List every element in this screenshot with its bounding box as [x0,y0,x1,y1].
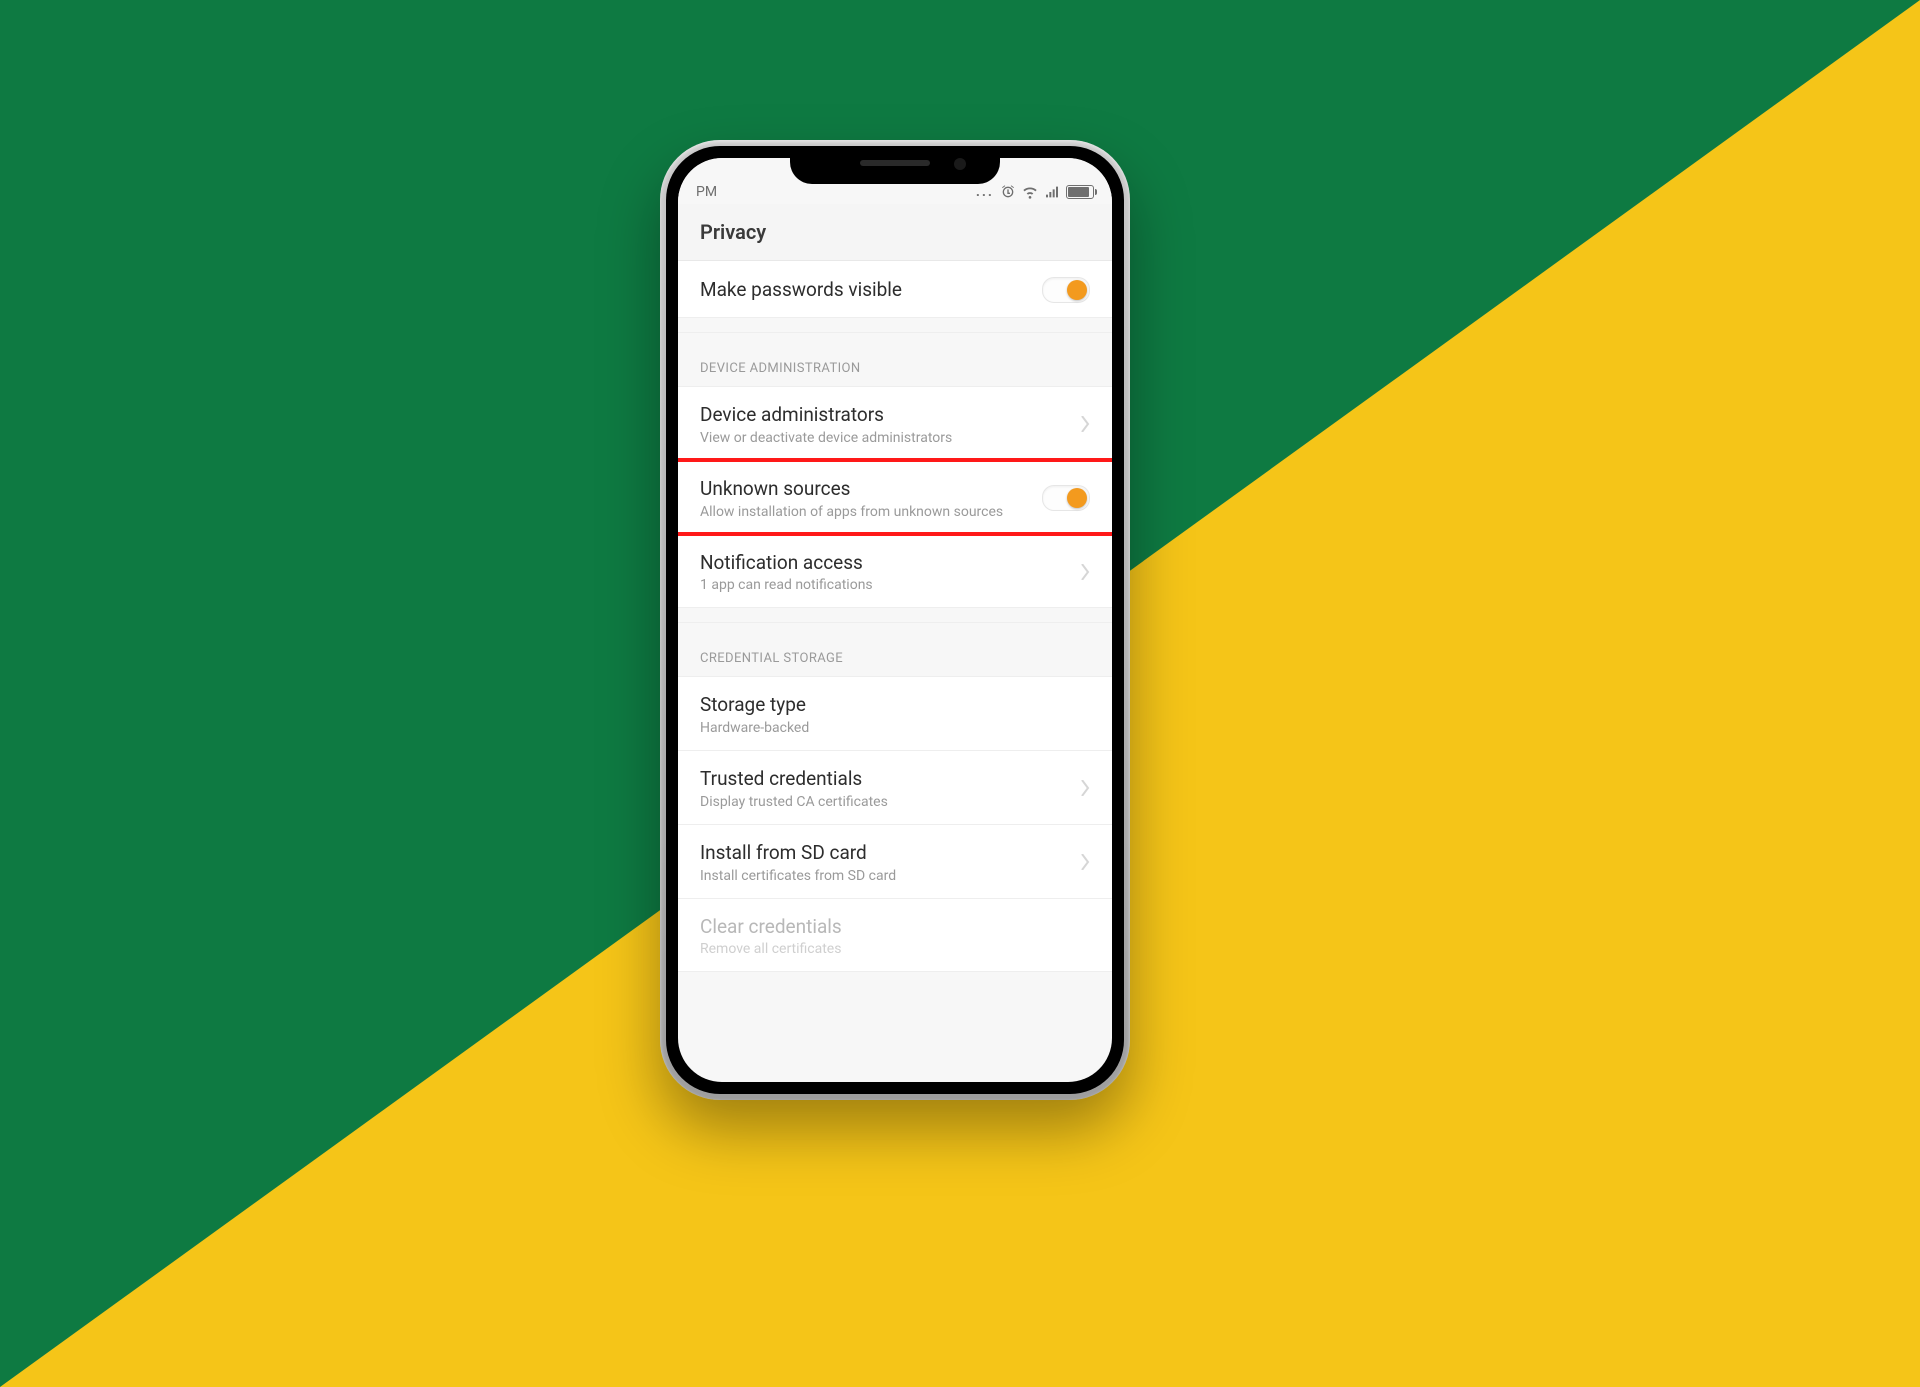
phone-frame: PM ... [660,140,1130,1100]
row-subtitle: Install certificates from SD card [700,868,1070,884]
passwords-toggle[interactable] [1042,277,1090,303]
section-credential-storage: CREDENTIAL STORAGE [678,623,1112,677]
section-device-administration: DEVICE ADMINISTRATION [678,333,1112,387]
row-make-passwords-visible[interactable]: Make passwords visible [678,261,1112,318]
row-notification-access[interactable]: Notification access 1 app can read notif… [678,535,1112,609]
row-storage-type[interactable]: Storage type Hardware-backed [678,677,1112,751]
unknown-sources-toggle[interactable] [1042,485,1090,511]
settings-list: Make passwords visible DEVICE ADMINISTRA… [678,261,1112,972]
row-subtitle: Allow installation of apps from unknown … [700,504,1032,520]
row-title: Trusted credentials [700,767,1070,791]
wifi-icon [1022,184,1038,200]
list-gap [678,608,1112,623]
battery-icon [1066,185,1094,199]
screen-header: Privacy [678,204,1112,261]
row-title: Unknown sources [700,477,1032,501]
row-subtitle: Remove all certificates [700,941,1080,957]
phone-bezel: PM ... [666,146,1124,1094]
phone-notch [790,146,1000,184]
row-subtitle: 1 app can read notifications [700,577,1070,593]
list-gap [678,318,1112,333]
row-subtitle: Display trusted CA certificates [700,794,1070,810]
chevron-right-icon [1080,854,1090,870]
row-title: Make passwords visible [700,278,1032,302]
status-time: PM [696,184,736,200]
signal-icon [1044,184,1060,200]
chevron-right-icon [1080,564,1090,580]
row-subtitle: View or deactivate device administrators [700,430,1070,446]
chevron-right-icon [1080,416,1090,432]
page-title: Privacy [700,220,766,244]
alarm-icon [1000,184,1016,200]
row-clear-credentials: Clear credentials Remove all certificate… [678,899,1112,973]
ellipsis-icon: ... [976,184,994,200]
row-title: Install from SD card [700,841,1070,865]
row-unknown-sources[interactable]: Unknown sources Allow installation of ap… [678,461,1112,535]
row-title: Notification access [700,551,1070,575]
row-title: Clear credentials [700,915,1080,939]
row-subtitle: Hardware-backed [700,720,1080,736]
chevron-right-icon [1080,780,1090,796]
row-install-from-sd[interactable]: Install from SD card Install certificate… [678,825,1112,899]
row-title: Storage type [700,693,1080,717]
status-icons: ... [976,184,1094,200]
row-title: Device administrators [700,403,1070,427]
row-device-administrators[interactable]: Device administrators View or deactivate… [678,387,1112,461]
phone-screen: PM ... [678,158,1112,1082]
row-trusted-credentials[interactable]: Trusted credentials Display trusted CA c… [678,751,1112,825]
